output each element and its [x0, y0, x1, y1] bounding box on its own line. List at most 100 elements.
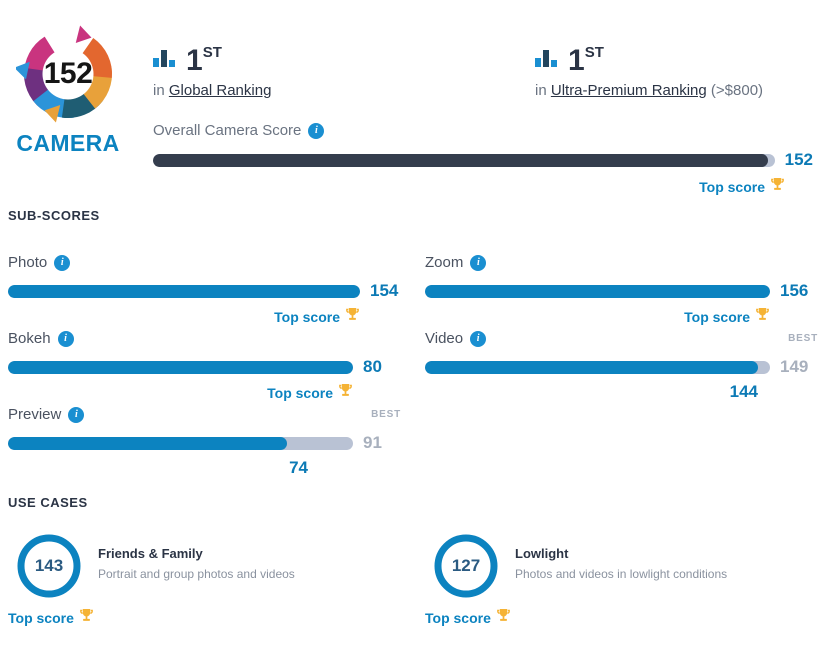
bokeh-label: Bokeh	[8, 330, 51, 347]
bokeh-bar-row: 80	[8, 357, 403, 377]
trophy-icon	[496, 608, 511, 628]
top-score-label: Top score	[8, 610, 74, 626]
overall-score-value: 152	[784, 150, 813, 169]
lowlight-score-value: 127	[451, 556, 481, 575]
trophy-icon	[345, 307, 360, 327]
bokeh-score-value: 80	[363, 357, 382, 376]
info-icon[interactable]: i	[68, 406, 85, 423]
preview-bar-row: 91	[8, 433, 403, 453]
trophy-icon	[338, 383, 353, 403]
rank-prefix: in	[535, 82, 547, 99]
lowlight-description: Photos and videos in lowlight conditions	[515, 567, 728, 581]
preview-best-tag: BEST	[371, 409, 401, 420]
video-best-value: 149	[780, 357, 809, 376]
photo-bar-row: 154	[8, 281, 403, 301]
photo-top-score-badge: Top score	[8, 307, 360, 327]
ultra-premium-ranking-block: 1ST in Ultra-Premium Ranking (>$800)	[535, 42, 763, 99]
zoom-label-row: Zoom i	[425, 254, 820, 271]
trophy-icon	[79, 608, 94, 628]
bokeh-label-row: Bokeh i	[8, 330, 403, 347]
rank-suffix: ST	[202, 44, 222, 61]
preview-bar-track	[8, 436, 353, 450]
top-score-label: Top score	[699, 179, 765, 195]
camera-score-panel: 152 CAMERA 1ST in Global Ranking 1ST in …	[0, 0, 824, 655]
photo-label: Photo	[8, 254, 48, 271]
friends-family-description: Portrait and group photos and videos	[98, 567, 295, 581]
top-score-label: Top score	[274, 309, 340, 325]
friends-family-score-donut: 143	[16, 533, 82, 599]
friends-family-score-value: 143	[34, 556, 64, 575]
preview-actual-score-row: 74	[8, 458, 308, 478]
zoom-top-score-badge: Top score	[425, 307, 770, 327]
bokeh-top-score-badge: Top score	[8, 383, 353, 403]
bar-chart-icon	[153, 49, 177, 72]
use-case-friends-family: 143 Friends & Family Portrait and group …	[8, 533, 295, 628]
logo-score-value: 152	[43, 57, 93, 90]
bokeh-bar-fill	[8, 360, 353, 374]
global-rank-caption: in Global Ranking	[153, 82, 271, 99]
photo-bar-fill	[8, 284, 360, 298]
info-icon[interactable]: i	[54, 254, 71, 271]
preview-label: Preview	[8, 406, 62, 423]
zoom-score-value: 156	[780, 281, 809, 300]
zoom-bar-row: 156	[425, 281, 820, 301]
lowlight-score-donut: 127	[433, 533, 499, 599]
preview-best-value: 91	[363, 433, 382, 452]
friends-family-title: Friends & Family	[98, 546, 203, 561]
info-icon[interactable]: i	[57, 330, 74, 347]
ultra-premium-rank-position: 1ST	[568, 44, 604, 77]
sub-scores-section-header: SUB-SCORES	[8, 208, 100, 223]
overall-score-bar-row: 152	[153, 150, 813, 170]
ultra-premium-ranking-link[interactable]: Ultra-Premium Ranking	[551, 82, 707, 99]
video-label: Video	[425, 330, 464, 347]
overall-score-label-row: Overall Camera Score i	[153, 122, 813, 139]
top-score-label: Top score	[684, 309, 750, 325]
zoom-label: Zoom	[425, 254, 464, 271]
price-range-note: (>$800)	[710, 82, 764, 99]
sub-score-row-video: Video i BEST 149 144	[425, 330, 820, 402]
global-ranking-block: 1ST in Global Ranking	[153, 42, 271, 99]
top-score-label: Top score	[425, 610, 491, 626]
preview-bar-fill	[8, 436, 288, 450]
bokeh-bar-track	[8, 360, 353, 374]
use-case-lowlight: 127 Lowlight Photos and videos in lowlig…	[425, 533, 728, 628]
global-ranking-link[interactable]: Global Ranking	[169, 82, 272, 99]
logo-wordmark: CAMERA	[16, 130, 120, 156]
info-icon[interactable]: i	[470, 330, 487, 347]
video-bar-fill	[425, 360, 758, 374]
overall-score-bar-fill	[153, 153, 769, 167]
friends-family-top-score-badge: Top score	[8, 608, 295, 628]
video-bar-row: 149	[425, 357, 820, 377]
video-label-row: Video i BEST	[425, 330, 818, 347]
video-actual-score-row: 144	[425, 382, 770, 402]
bar-chart-icon	[535, 49, 559, 72]
ultra-premium-rank-caption: in Ultra-Premium Ranking (>$800)	[535, 82, 763, 99]
video-best-tag: BEST	[788, 333, 818, 344]
preview-score-value: 74	[289, 458, 308, 477]
rank-prefix: in	[153, 82, 165, 99]
video-score-value: 144	[729, 382, 758, 401]
dxomark-camera-logo: 152 CAMERA	[6, 22, 130, 157]
sub-score-row-bokeh: Bokeh i 80 Top score	[8, 330, 403, 403]
overall-score-label: Overall Camera Score	[153, 122, 302, 139]
info-icon[interactable]: i	[308, 122, 325, 139]
trophy-icon	[770, 177, 785, 197]
overall-top-score-badge: Top score	[153, 177, 785, 197]
sub-score-row-zoom: Zoom i 156 Top score	[425, 254, 820, 327]
logo-ring: 152	[16, 22, 120, 126]
overall-camera-score-row: Overall Camera Score i 152 Top score	[153, 122, 813, 197]
sub-score-row-preview: Preview i BEST 91 74	[8, 406, 403, 478]
trophy-icon	[755, 307, 770, 327]
rank-suffix: ST	[584, 44, 604, 61]
lowlight-title: Lowlight	[515, 546, 569, 561]
use-cases-section-header: USE CASES	[8, 495, 88, 510]
lowlight-top-score-badge: Top score	[425, 608, 727, 628]
top-score-label: Top score	[267, 385, 333, 401]
global-rank-position: 1ST	[186, 44, 222, 77]
photo-bar-track	[8, 284, 360, 298]
zoom-bar-track	[425, 284, 770, 298]
video-bar-track	[425, 360, 770, 374]
info-icon[interactable]: i	[470, 254, 487, 271]
preview-label-row: Preview i BEST	[8, 406, 401, 423]
zoom-bar-fill	[425, 284, 770, 298]
